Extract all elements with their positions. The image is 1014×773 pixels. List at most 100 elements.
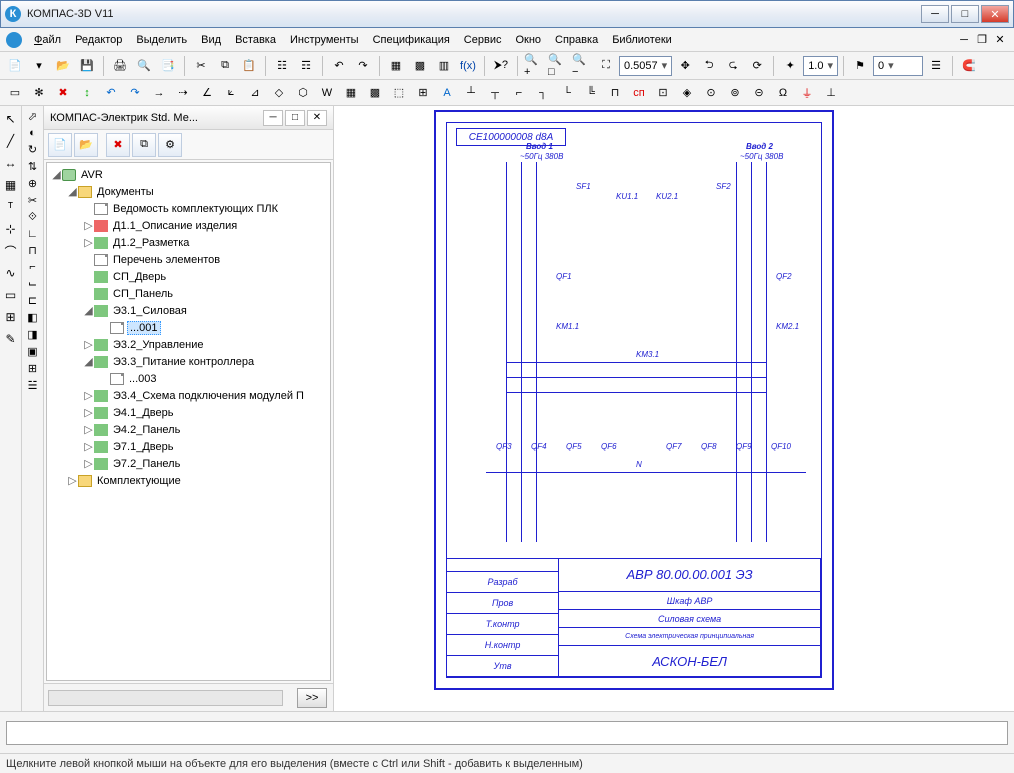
l-text[interactable]: ᵀ [2,198,20,216]
pt-open[interactable]: 📂 [74,133,98,157]
props2-button[interactable]: ☶ [295,55,317,77]
l-axis[interactable]: ⊹ [2,220,20,238]
e-t27[interactable]: ◈ [676,82,698,104]
e-redo[interactable]: ↷ [124,82,146,104]
next-view-button[interactable]: ⮎ [722,55,744,77]
l2-10[interactable]: ⌐ [29,261,35,273]
tree-item[interactable]: СП_Дверь [83,269,328,286]
e-undo[interactable]: ↶ [100,82,122,104]
l2-11[interactable]: ⌙ [28,277,37,290]
e-t2[interactable]: ✻ [28,82,50,104]
l2-7[interactable]: ⟐ [28,211,37,224]
magnet-button[interactable]: 🧲 [958,55,980,77]
zoom-out-button[interactable]: 🔍− [571,55,593,77]
panel-close-button[interactable]: ✕ [307,110,327,126]
l2-2[interactable]: ◐ [29,127,36,139]
l-dim[interactable]: ↔ [2,154,20,172]
menu-select[interactable]: Выделить [130,32,193,48]
zoom-fit-button[interactable]: ⛶ [595,55,617,77]
maximize-button[interactable]: □ [951,5,979,23]
var-button[interactable]: f(x) [457,55,479,77]
l-arc[interactable]: ⌒ [2,242,20,260]
go-button[interactable]: >> [297,688,327,708]
e-t13[interactable]: ▦ [340,82,362,104]
pt-opts[interactable]: ⚙ [158,133,182,157]
scale-combo[interactable]: 1.0▾ [803,56,838,76]
e-t29[interactable]: ⊚ [724,82,746,104]
cut-button[interactable]: ✂ [190,55,212,77]
tree-item[interactable]: ◢Э3.3_Питание контроллера ...003 [83,354,328,388]
print-button[interactable]: 🖨 [109,55,131,77]
menu-libs[interactable]: Библиотеки [606,32,678,48]
l2-13[interactable]: ◧ [27,311,37,324]
save-button[interactable]: 💾 [76,55,98,77]
props-button[interactable]: ☷ [271,55,293,77]
l-hatch[interactable]: ▦ [2,176,20,194]
e-t32[interactable]: ⏚ [796,82,818,104]
tree-item[interactable]: ...003 [99,371,328,388]
menu-edit[interactable]: Редактор [69,32,128,48]
tree-docs[interactable]: ◢Документы Ведомость комплектующих ПЛК ▷… [67,184,328,473]
l-spline[interactable]: ∿ [2,264,20,282]
tree-components[interactable]: ▷Комплектующие [67,473,328,490]
pan-button[interactable]: ✥ [674,55,696,77]
menu-service[interactable]: Сервис [458,32,508,48]
l2-12[interactable]: ⊏ [28,294,37,307]
tree-item[interactable]: ▷Э7.1_Дверь [83,439,328,456]
l2-17[interactable]: ☱ [28,379,38,392]
e-t21[interactable]: ┐ [532,82,554,104]
pt-copy[interactable]: ⧉ [132,133,156,157]
e-t33[interactable]: ⊥ [820,82,842,104]
e-t19[interactable]: ┬ [484,82,506,104]
pt-del[interactable]: ✖ [106,133,130,157]
layer-mgr-button[interactable]: ☰ [925,55,947,77]
print2-button[interactable]: 📑 [157,55,179,77]
pt-new[interactable]: 📄 [48,133,72,157]
close-button[interactable]: ✕ [981,5,1009,23]
tree-item[interactable]: ▷Д1.2_Разметка [83,235,328,252]
e-t30[interactable]: ⊝ [748,82,770,104]
lib-button[interactable]: ▦ [385,55,407,77]
tree-item[interactable]: ▷Э4.2_Панель [83,422,328,439]
e-t31[interactable]: Ω [772,82,794,104]
zoom-in-button[interactable]: 🔍+ [523,55,545,77]
snap-button[interactable]: ✦ [779,55,801,77]
e-t10[interactable]: ◇ [268,82,290,104]
e-t24[interactable]: ⊓ [604,82,626,104]
redraw-button[interactable]: ⟳ [746,55,768,77]
tree-item[interactable]: ▷Э4.1_Дверь [83,405,328,422]
e-t7[interactable]: ∠ [196,82,218,104]
e-t20[interactable]: ⌐ [508,82,530,104]
e-t18[interactable]: ┴ [460,82,482,104]
new-dd[interactable]: ▾ [28,55,50,77]
l-rect[interactable]: ▭ [2,286,20,304]
e-t12[interactable]: W [316,82,338,104]
minimize-button[interactable]: ─ [921,5,949,23]
tree-item[interactable]: СП_Панель [83,286,328,303]
mdi-minimize[interactable]: ─ [956,33,972,47]
menu-tools[interactable]: Инструменты [284,32,365,48]
e-t26[interactable]: ⊡ [652,82,674,104]
zoom-win-button[interactable]: 🔍□ [547,55,569,77]
copy-button[interactable]: ⧉ [214,55,236,77]
l2-4[interactable]: ⇅ [28,160,37,173]
e-t23[interactable]: ╚ [580,82,602,104]
zoom-combo[interactable]: 0.5057▾ [619,56,672,76]
e-t8[interactable]: ⟀ [220,82,242,104]
e-t15[interactable]: ⬚ [388,82,410,104]
e-t11[interactable]: ⬡ [292,82,314,104]
layer-combo[interactable]: 0▾ [873,56,923,76]
l2-16[interactable]: ⊞ [28,362,37,375]
tree-item[interactable]: ▷Э7.2_Панель [83,456,328,473]
menu-spec[interactable]: Спецификация [367,32,456,48]
mdi-system-icon[interactable] [6,32,22,48]
l2-15[interactable]: ▣ [27,345,37,358]
e-t1[interactable]: ▭ [4,82,26,104]
menu-window[interactable]: Окно [509,32,547,48]
l2-14[interactable]: ◨ [27,328,37,341]
paste-button[interactable]: 📋 [238,55,260,77]
l2-1[interactable]: ⬀ [28,110,37,123]
e-t17[interactable]: А [436,82,458,104]
tree-root[interactable]: ◢AVR ◢Документы Ведомость комплектующих … [51,167,328,490]
tree-item[interactable]: Ведомость комплектующих ПЛК [83,201,328,218]
